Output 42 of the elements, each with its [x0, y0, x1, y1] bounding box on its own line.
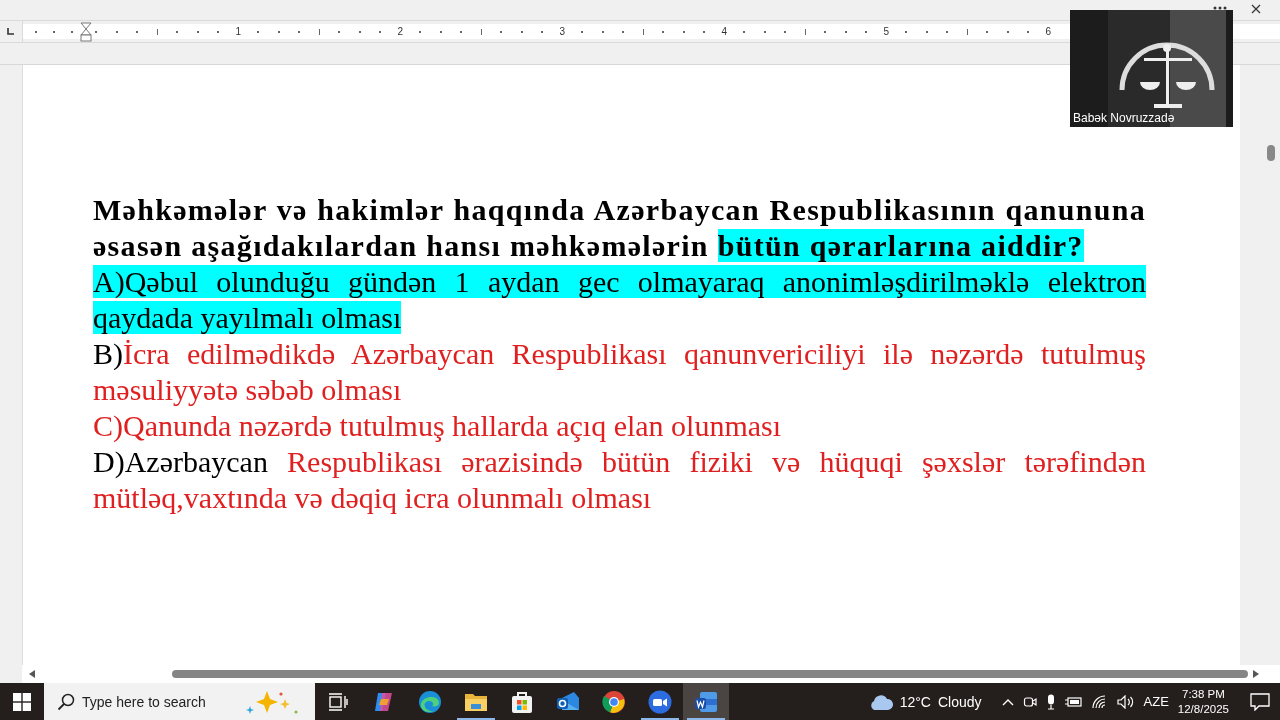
tab-stop-icon[interactable] [7, 28, 15, 35]
wave-logo-icon [418, 689, 442, 714]
ruler-number: 3 [559, 26, 565, 37]
weather-condition-text: Cloudy [937, 693, 982, 710]
shopping-bag-icon [510, 689, 534, 714]
wifi-icon[interactable] [1091, 694, 1108, 709]
grid-icon [13, 692, 31, 711]
ruler-number: 1 [235, 26, 241, 37]
temperature-text: 12°C [899, 693, 931, 710]
search-field[interactable]: Type here to search [44, 683, 315, 720]
more-icon[interactable] [1213, 6, 1227, 10]
language-indicator[interactable]: AZE [1143, 694, 1169, 709]
speaker-icon[interactable] [1116, 694, 1135, 709]
answer-option: D)Azərbaycan Respublikası ərazisində bütün fiziki və hüquqi şəxslər tərəfindən mütləq,vaxtında və dəqiq icra olunmalı olması [93, 444, 1146, 516]
ruler-number: 6 [1045, 26, 1051, 37]
document-icon [694, 689, 718, 714]
microphone-icon[interactable] [1045, 693, 1056, 710]
weather-widget[interactable]: 12°C Cloudy [868, 683, 982, 720]
scroll-left-icon[interactable] [28, 669, 36, 679]
circle-logo-icon [602, 689, 626, 714]
indent-marker-icon[interactable] [80, 21, 92, 42]
video-camera-icon [648, 689, 672, 714]
close-icon[interactable] [1251, 4, 1261, 14]
scroll-right-icon[interactable] [1252, 669, 1260, 679]
ruler-number: 4 [721, 26, 727, 37]
task-view-icon [328, 692, 348, 711]
ruler-number: 2 [397, 26, 403, 37]
answer-option: B)İcra edilmədikdə Azərbaycan Respublikası qanunvericiliyi ilə nəzərdə tutulmuş məsuliyyətə səbəb olması [93, 336, 1146, 408]
question-text: Məhkəmələr və hakimlər haqqında Azərbaycan Respublikasının qanununa əsasən aşağıdakılardan hansı məhkəmələrin bütün qərarlarına aiddir? [93, 192, 1146, 264]
horizontal-scrollbar[interactable] [22, 665, 1280, 683]
ruler-number: 5 [883, 26, 889, 37]
answer-option: C)Qanunda nəzərdə tutulmuş hallarda açıq elan olunması [93, 408, 1146, 444]
cloud-icon [868, 693, 893, 710]
notification-icon[interactable] [1250, 692, 1270, 711]
search-icon [57, 693, 75, 711]
camera-icon[interactable] [1022, 694, 1037, 709]
participant-name: Babək Novruzzadə [1073, 111, 1175, 125]
battery-icon[interactable] [1064, 695, 1083, 708]
clock-time[interactable]: 7:38 PM [1182, 686, 1225, 702]
answer-option: A)Qəbul olunduğu gündən 1 aydan gec olmayaraq anonimləşdirilməklə elektron qaydada yayılmalı olması [93, 264, 1146, 336]
chevron-up-icon[interactable] [1001, 697, 1014, 706]
clock-date[interactable]: 12/8/2025 [1177, 701, 1229, 717]
